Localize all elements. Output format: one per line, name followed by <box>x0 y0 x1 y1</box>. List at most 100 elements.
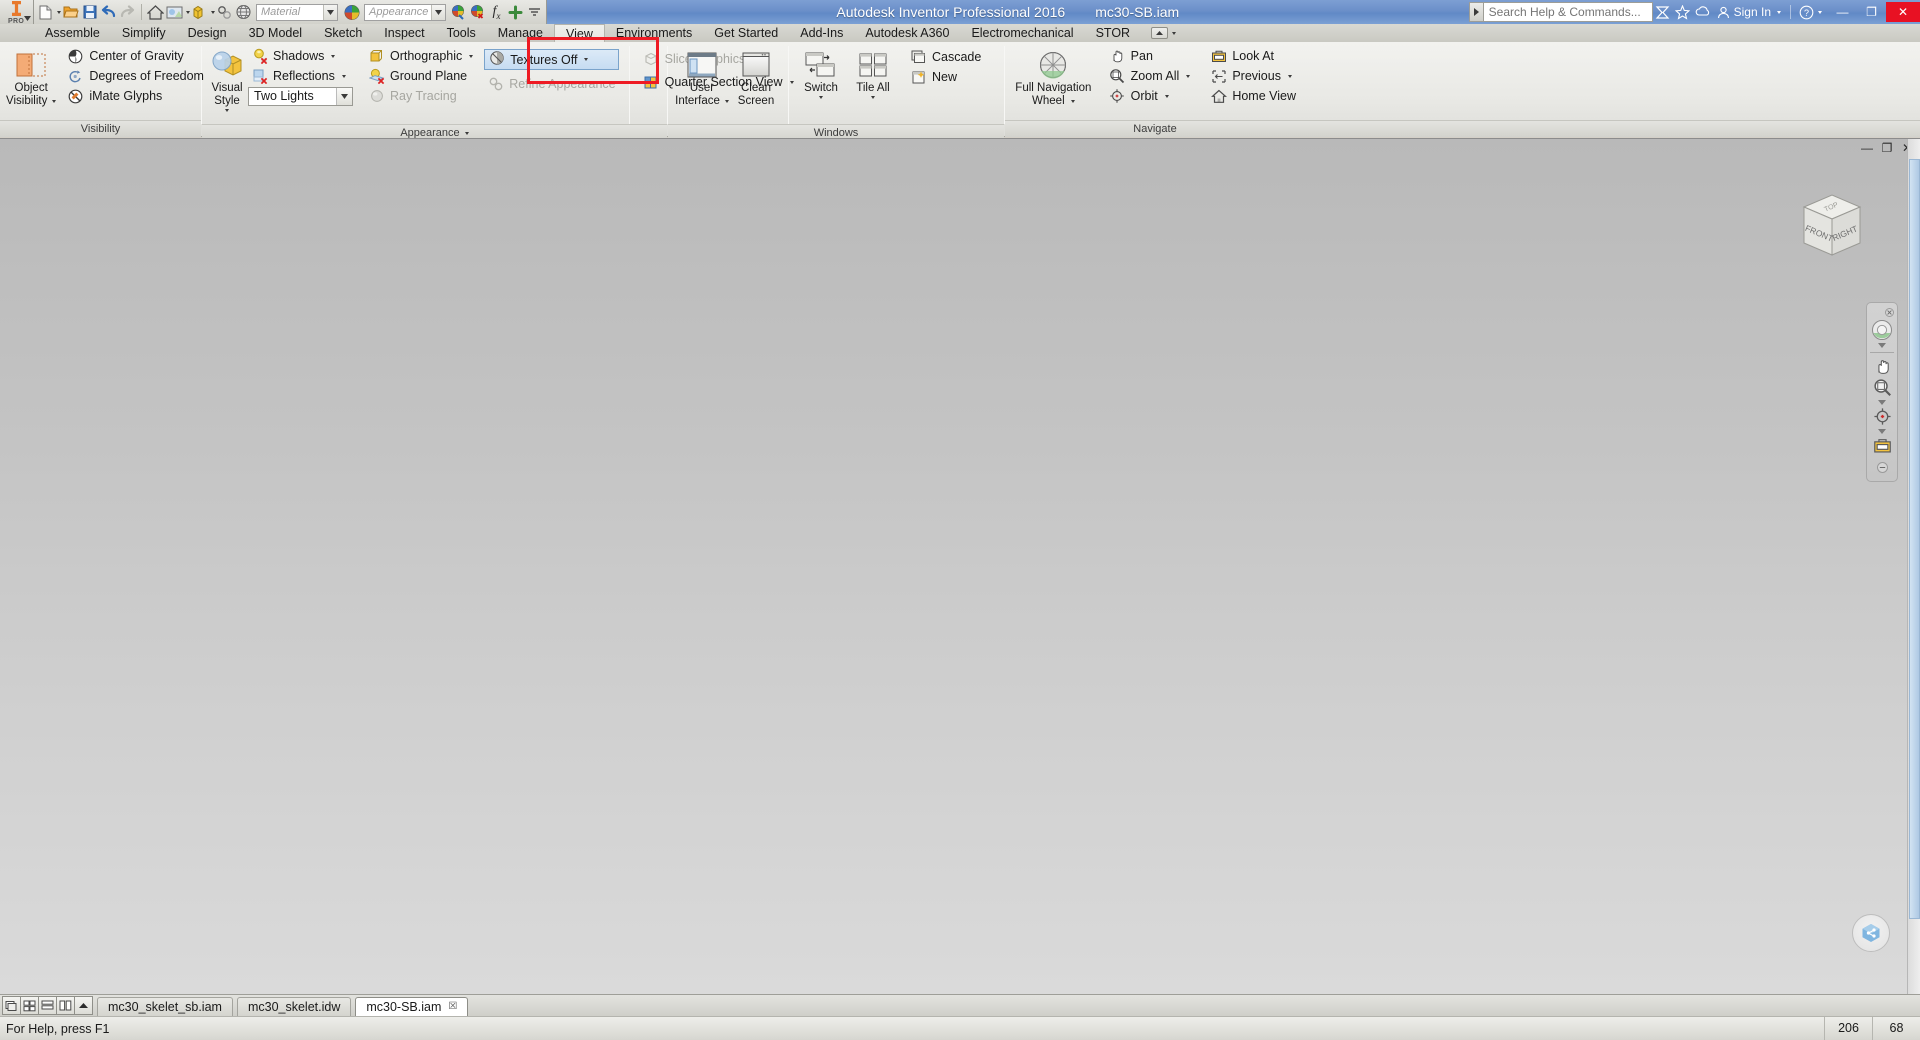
navbar-orbit-chevron-down-icon[interactable] <box>1878 428 1886 435</box>
document-tab-mc30-skelet-sb[interactable]: mc30_skelet_sb.iam <box>97 997 233 1016</box>
autodesk-exchange-icon[interactable] <box>1653 0 1673 24</box>
tab-3d-model[interactable]: 3D Model <box>238 24 314 42</box>
favorites-star-icon[interactable] <box>1673 0 1693 24</box>
list-view-icon[interactable] <box>38 996 57 1015</box>
navbar-close-icon[interactable] <box>1867 307 1897 318</box>
object-visibility-chevron-down-icon[interactable] <box>52 100 57 103</box>
save-file-icon[interactable] <box>80 3 99 22</box>
tab-simplify[interactable]: Simplify <box>111 24 177 42</box>
app-menu-chevron-down-icon[interactable] <box>24 9 31 24</box>
full-navigation-wheel-button[interactable]: Full Navigation Wheel <box>1011 46 1096 108</box>
clean-screen-button[interactable]: Clean Screen <box>730 46 782 108</box>
switch-windows-button[interactable]: Switch <box>795 46 847 99</box>
sign-in-chevron-down-icon[interactable] <box>1777 10 1781 14</box>
previous-view-chevron-down-icon[interactable] <box>1287 74 1292 78</box>
tab-view[interactable]: View <box>553 23 605 43</box>
fx-parameters-icon[interactable]: fx <box>487 3 506 22</box>
sign-in-button[interactable]: Sign In <box>1713 5 1785 19</box>
imate-glyphs-button[interactable]: iMate Glyphs <box>64 86 207 106</box>
document-minimize-button[interactable]: — <box>1860 141 1874 155</box>
new-window-button[interactable]: New <box>907 67 984 87</box>
ribbon-collapse-chevron-down-icon[interactable] <box>1172 31 1177 35</box>
shadows-chevron-down-icon[interactable] <box>331 54 336 58</box>
navbar-zoom-icon[interactable] <box>1869 377 1895 398</box>
qat-customize-chevron-icon[interactable] <box>525 3 544 22</box>
lighting-style-chevron-down-icon[interactable] <box>336 88 352 105</box>
tile-view-icon[interactable] <box>2 996 21 1015</box>
navbar-customize-icon[interactable] <box>1869 457 1895 478</box>
user-interface-chevron-down-icon[interactable] <box>724 100 729 103</box>
clear-appearance-icon[interactable] <box>468 3 487 22</box>
tab-stor[interactable]: STOR <box>1085 24 1142 42</box>
tab-autodesk-a360[interactable]: Autodesk A360 <box>854 24 960 42</box>
search-input[interactable] <box>1482 2 1653 22</box>
document-tab-close-icon[interactable]: ☒ <box>448 998 457 1016</box>
viewport-vertical-scrollbar[interactable] <box>1907 139 1920 995</box>
tab-environments[interactable]: Environments <box>605 24 703 42</box>
degrees-of-freedom-button[interactable]: Degrees of Freedom <box>64 66 207 86</box>
textures-off-button[interactable]: Textures Off <box>484 49 619 70</box>
home-icon[interactable] <box>146 3 165 22</box>
qat-add-icon[interactable] <box>506 3 525 22</box>
grid-view-icon[interactable] <box>20 996 39 1015</box>
object-visibility-button[interactable]: Object Visibility <box>6 46 57 108</box>
parameters-icon[interactable] <box>215 3 234 22</box>
search-chevron-right-icon[interactable] <box>1468 2 1483 22</box>
reflections-button[interactable]: Reflections <box>248 66 353 86</box>
pan-button[interactable]: Pan <box>1106 46 1194 66</box>
textures-off-chevron-down-icon[interactable] <box>584 58 589 61</box>
orbit-button[interactable]: Orbit <box>1106 86 1194 106</box>
tab-sketch[interactable]: Sketch <box>313 24 373 42</box>
tab-manage[interactable]: Manage <box>487 24 554 42</box>
ribbon-collapse-button[interactable] <box>1151 27 1169 39</box>
navbar-look-at-icon[interactable] <box>1869 436 1895 457</box>
split-view-icon[interactable] <box>56 996 75 1015</box>
tab-get-started[interactable]: Get Started <box>703 24 789 42</box>
orbit-chevron-down-icon[interactable] <box>1164 94 1169 98</box>
tile-all-button[interactable]: Tile All <box>847 46 899 99</box>
navbar-orbit-icon[interactable] <box>1869 407 1895 428</box>
tab-electromechanical[interactable]: Electromechanical <box>960 24 1084 42</box>
appearance-swatch-icon[interactable] <box>165 3 184 22</box>
undo-icon[interactable] <box>99 3 118 22</box>
application-button[interactable]: PRO <box>0 0 34 24</box>
material-cube-icon[interactable] <box>190 3 209 22</box>
window-maximize-button[interactable]: ❐ <box>1857 2 1886 22</box>
new-file-icon[interactable] <box>36 3 55 22</box>
document-restore-button[interactable]: ❐ <box>1880 141 1894 155</box>
viewport-scrollbar-thumb[interactable] <box>1909 159 1920 919</box>
visual-style-chevron-down-icon[interactable] <box>225 109 229 112</box>
navbar-full-navigation-wheel-icon[interactable] <box>1869 319 1895 341</box>
adjust-appearance-icon[interactable] <box>449 3 468 22</box>
appearance-dialog-launcher-icon[interactable] <box>464 131 469 135</box>
zoom-all-button[interactable]: Zoom All <box>1106 66 1194 86</box>
tab-assemble[interactable]: Assemble <box>34 24 111 42</box>
tile-all-chevron-down-icon[interactable] <box>871 96 875 99</box>
globe-material-icon[interactable] <box>234 3 253 22</box>
ground-plane-button[interactable]: Ground Plane <box>365 66 476 86</box>
cascade-button[interactable]: Cascade <box>907 47 984 67</box>
graphics-viewport[interactable]: — ❐ ✕ FRONT RIGHT TOP FRONT RIGHT TOP <box>0 138 1920 995</box>
home-view-button[interactable]: Home View <box>1207 86 1299 106</box>
navbar-zoom-chevron-down-icon[interactable] <box>1878 399 1886 406</box>
tab-add-ins[interactable]: Add-Ins <box>789 24 854 42</box>
visual-style-button[interactable]: Visual Style <box>208 46 246 112</box>
shadows-button[interactable]: Shadows <box>248 46 353 66</box>
user-interface-button[interactable]: User Interface <box>674 46 730 108</box>
help-icon[interactable]: ? <box>1796 0 1816 24</box>
help-chevron-down-icon[interactable] <box>1818 10 1822 14</box>
full-navigation-wheel-chevron-down-icon[interactable] <box>1070 100 1075 103</box>
tab-design[interactable]: Design <box>177 24 238 42</box>
viewcube[interactable]: FRONT RIGHT TOP FRONT RIGHT TOP <box>1780 181 1872 273</box>
share-view-button[interactable] <box>1852 914 1890 952</box>
orthographic-chevron-down-icon[interactable] <box>469 54 474 58</box>
material-combo-chevron-down-icon[interactable] <box>323 4 337 20</box>
navbar-pan-icon[interactable] <box>1869 356 1895 377</box>
reflections-chevron-down-icon[interactable] <box>341 74 346 78</box>
window-close-button[interactable]: ✕ <box>1886 2 1920 22</box>
document-tab-mc30-sb[interactable]: mc30-SB.iam ☒ <box>355 997 469 1016</box>
center-of-gravity-button[interactable]: Center of Gravity <box>64 46 207 66</box>
redo-icon[interactable] <box>118 3 137 22</box>
collapse-icon[interactable] <box>74 996 93 1015</box>
lighting-style-combo[interactable]: Two Lights <box>248 87 353 106</box>
